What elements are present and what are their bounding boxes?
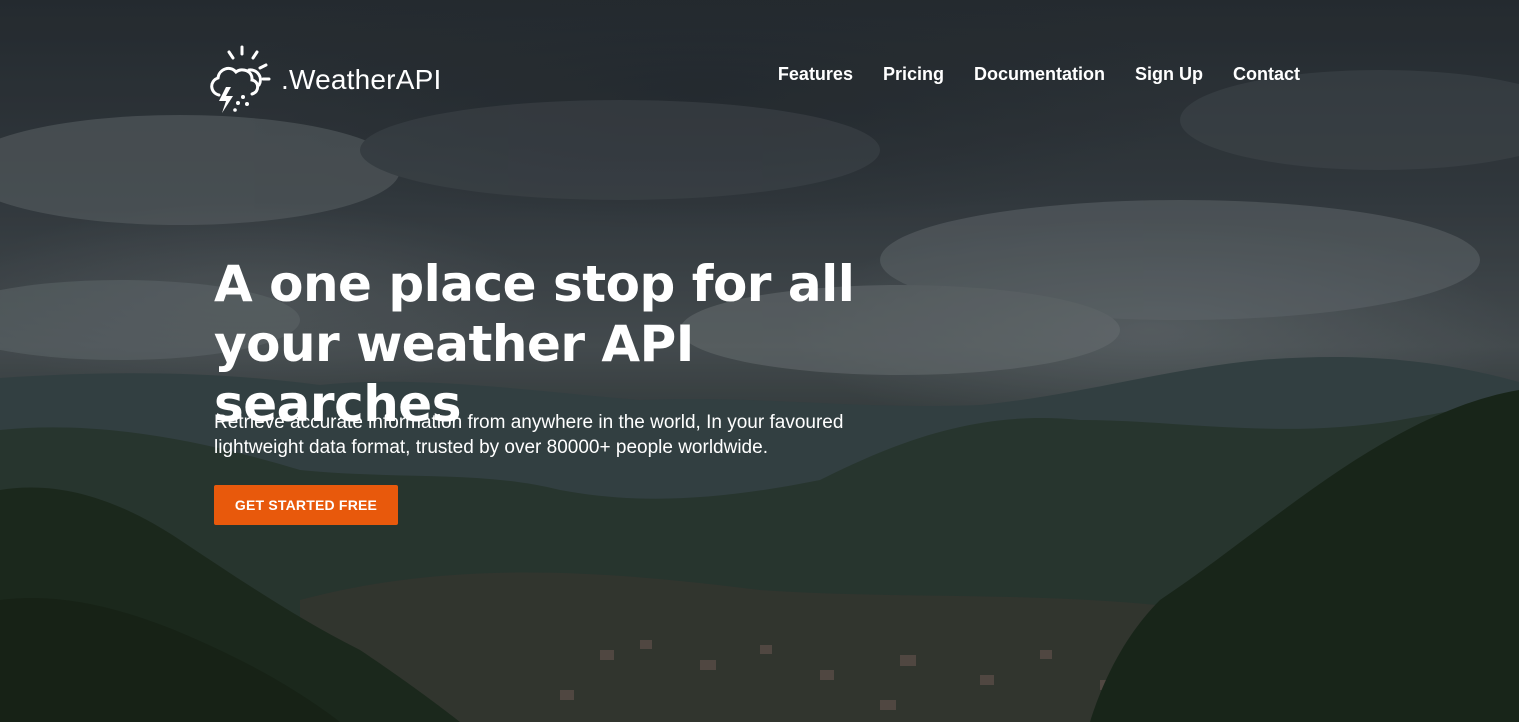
nav-link-documentation[interactable]: Documentation bbox=[974, 64, 1105, 85]
get-started-button[interactable]: GET STARTED FREE bbox=[214, 485, 398, 525]
brand-name: .WeatherAPI bbox=[281, 64, 442, 95]
nav-link-pricing[interactable]: Pricing bbox=[883, 64, 944, 85]
nav-link-contact[interactable]: Contact bbox=[1233, 64, 1300, 85]
nav-menu: Features Pricing Documentation Sign Up C… bbox=[778, 64, 1300, 85]
brand-logo[interactable]: .WeatherAPI bbox=[205, 42, 441, 118]
hero-headline: A one place stop for all your weather AP… bbox=[214, 255, 855, 433]
hero-section: .WeatherAPI Features Pricing Documentati… bbox=[0, 0, 1519, 722]
cloud-sun-lightning-icon bbox=[210, 45, 271, 113]
hero-subtext: Retrieve accurate information from anywh… bbox=[214, 412, 844, 458]
top-navbar: .WeatherAPI Features Pricing Documentati… bbox=[0, 0, 1519, 150]
nav-link-sign-up[interactable]: Sign Up bbox=[1135, 64, 1203, 85]
nav-link-features[interactable]: Features bbox=[778, 64, 853, 85]
